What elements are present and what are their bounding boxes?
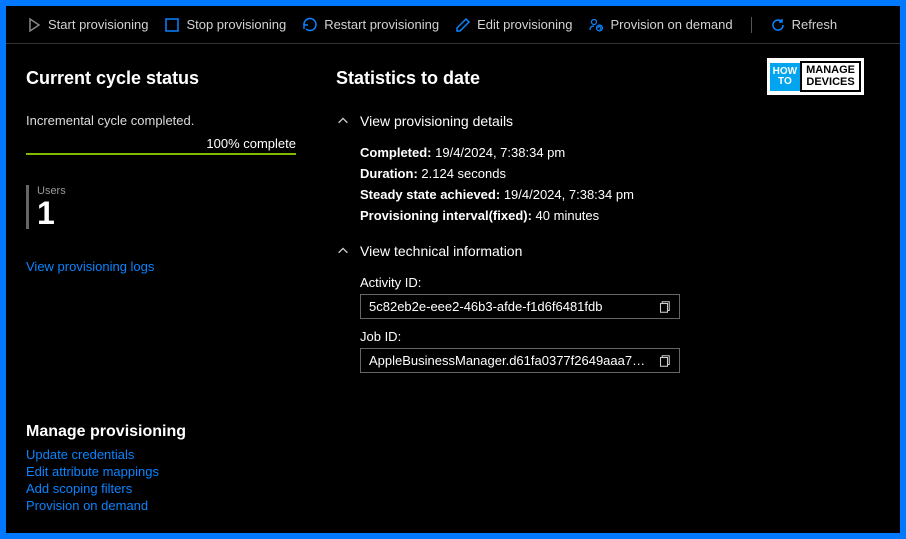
completed-label: Completed:: [360, 145, 432, 160]
stop-label: Stop provisioning: [186, 17, 286, 32]
left-column: Current cycle status Incremental cycle c…: [26, 68, 296, 373]
toolbar: Start provisioning Stop provisioning Res…: [6, 6, 900, 44]
start-provisioning-button[interactable]: Start provisioning: [26, 17, 148, 33]
users-block: Users 1: [26, 185, 296, 229]
logo-manage: MANAGE: [806, 65, 855, 77]
steady-value: 19/4/2024, 7:38:34 pm: [504, 187, 634, 202]
details-section-title: View provisioning details: [360, 113, 513, 129]
chevron-up-icon: [336, 244, 350, 258]
activity-id-label: Activity ID:: [360, 275, 880, 290]
right-column: Statistics to date View provisioning det…: [336, 68, 880, 373]
activity-id-value: 5c82eb2e-eee2-46b3-afde-f1d6f6481fdb: [369, 299, 602, 314]
cycle-status-heading: Current cycle status: [26, 68, 296, 89]
edit-provisioning-button[interactable]: Edit provisioning: [455, 17, 572, 33]
manage-provisioning-section: Manage provisioning Update credentials E…: [26, 423, 186, 515]
copy-icon[interactable]: [657, 300, 671, 314]
restart-label: Restart provisioning: [324, 17, 439, 32]
duration-label: Duration:: [360, 166, 418, 181]
edit-icon: [455, 17, 471, 33]
provision-on-demand-button[interactable]: Provision on demand: [588, 17, 732, 33]
duration-row: Duration: 2.124 seconds: [360, 166, 880, 181]
provisioning-details: Completed: 19/4/2024, 7:38:34 pm Duratio…: [360, 145, 880, 223]
users-count: 1: [37, 197, 296, 229]
job-id-field: AppleBusinessManager.d61fa0377f2649aaa7b…: [360, 348, 680, 373]
refresh-button[interactable]: Refresh: [770, 17, 838, 33]
steady-row: Steady state achieved: 19/4/2024, 7:38:3…: [360, 187, 880, 202]
start-label: Start provisioning: [48, 17, 148, 32]
person-sync-icon: [588, 17, 604, 33]
logo-left: HOW TO: [770, 63, 800, 91]
interval-row: Provisioning interval(fixed): 40 minutes: [360, 208, 880, 223]
progress-text: 100% complete: [206, 136, 296, 151]
users-label: Users: [37, 185, 296, 197]
add-scoping-link[interactable]: Add scoping filters: [26, 481, 186, 496]
job-id-label: Job ID:: [360, 329, 880, 344]
refresh-icon: [770, 17, 786, 33]
manage-heading: Manage provisioning: [26, 423, 186, 441]
restart-icon: [302, 17, 318, 33]
interval-value: 40 minutes: [536, 208, 600, 223]
refresh-label: Refresh: [792, 17, 838, 32]
play-icon: [26, 17, 42, 33]
view-logs-link[interactable]: View provisioning logs: [26, 259, 296, 274]
job-id-value: AppleBusinessManager.d61fa0377f2649aaa7b…: [369, 353, 649, 368]
restart-provisioning-button[interactable]: Restart provisioning: [302, 17, 439, 33]
on-demand-label: Provision on demand: [610, 17, 732, 32]
logo-devices: DEVICES: [806, 77, 855, 89]
edit-label: Edit provisioning: [477, 17, 572, 32]
activity-id-field: 5c82eb2e-eee2-46b3-afde-f1d6f6481fdb: [360, 294, 680, 319]
edit-mappings-link[interactable]: Edit attribute mappings: [26, 464, 186, 479]
logo-badge: HOW TO MANAGE DEVICES: [767, 58, 864, 95]
copy-icon[interactable]: [657, 354, 671, 368]
interval-label: Provisioning interval(fixed):: [360, 208, 532, 223]
completed-value: 19/4/2024, 7:38:34 pm: [435, 145, 565, 160]
tech-section-title: View technical information: [360, 243, 522, 259]
technical-info: Activity ID: 5c82eb2e-eee2-46b3-afde-f1d…: [360, 275, 880, 373]
update-credentials-link[interactable]: Update credentials: [26, 447, 186, 462]
progress-bar: 100% complete: [26, 136, 296, 155]
steady-label: Steady state achieved:: [360, 187, 500, 202]
toolbar-separator: [751, 17, 752, 33]
details-section-toggle[interactable]: View provisioning details: [336, 113, 880, 129]
stop-icon: [164, 17, 180, 33]
cycle-status-text: Incremental cycle completed.: [26, 113, 296, 128]
logo-right: MANAGE DEVICES: [800, 61, 861, 92]
logo-to: TO: [773, 77, 797, 87]
duration-value: 2.124 seconds: [421, 166, 506, 181]
stop-provisioning-button[interactable]: Stop provisioning: [164, 17, 286, 33]
chevron-up-icon: [336, 114, 350, 128]
completed-row: Completed: 19/4/2024, 7:38:34 pm: [360, 145, 880, 160]
tech-section-toggle[interactable]: View technical information: [336, 243, 880, 259]
provision-on-demand-link[interactable]: Provision on demand: [26, 498, 186, 513]
